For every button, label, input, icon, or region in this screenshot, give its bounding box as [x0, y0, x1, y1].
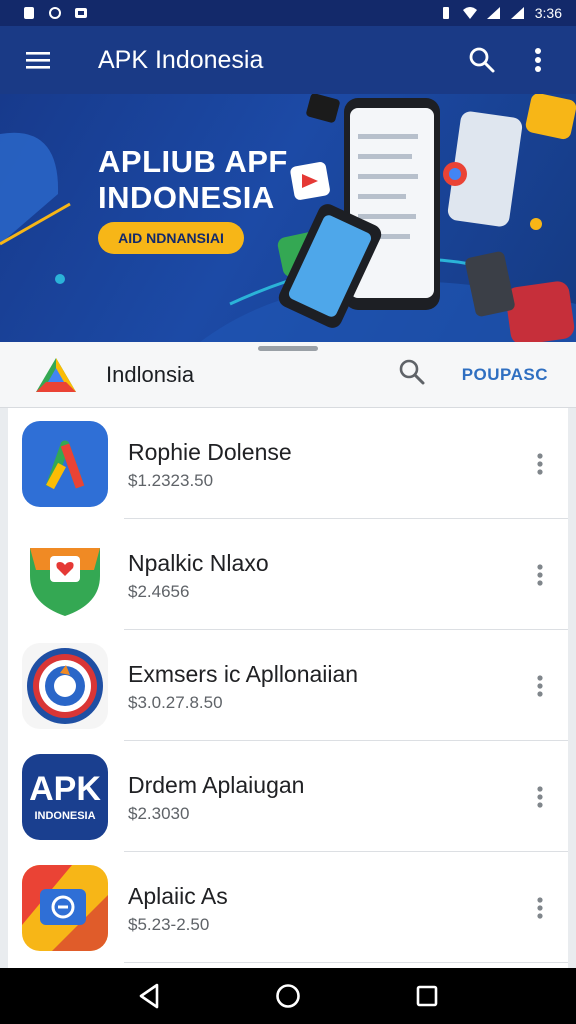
wifi-icon	[462, 7, 477, 19]
app-name: Drdem Aplaiugan	[128, 771, 305, 798]
banner-headline-line2: INDONESIA	[98, 180, 275, 215]
list-item[interactable]: Exmsers ic Apllonaiian $3.0.27.8.50	[8, 630, 568, 741]
back-button[interactable]	[127, 974, 171, 1018]
popular-tab-button[interactable]: POUPASC	[462, 365, 548, 385]
item-more-button[interactable]	[520, 888, 560, 928]
search-button[interactable]	[462, 40, 502, 80]
drag-handle[interactable]	[258, 346, 318, 351]
search-icon	[399, 359, 425, 385]
play-store-logo-icon	[36, 357, 76, 392]
target-ring-icon	[22, 642, 108, 729]
list-item[interactable]: Rophie Dolense $1.2323.50	[8, 408, 568, 519]
list-item[interactable]: Npalkic Nlaxo $2.4656	[8, 519, 568, 630]
system-nav-bar	[0, 968, 576, 1024]
overflow-menu-button[interactable]	[518, 40, 558, 80]
search-icon	[469, 47, 495, 73]
app-name: Npalkic Nlaxo	[128, 549, 269, 576]
sim-icon	[24, 7, 34, 19]
more-vert-icon	[535, 48, 541, 72]
app-price: $1.2323.50	[128, 470, 214, 490]
hamburger-icon	[26, 52, 50, 69]
apk-icon-subtext: INDONESIA	[34, 809, 96, 822]
app-price: $2.4656	[128, 581, 190, 601]
home-circle-icon	[276, 984, 300, 1008]
home-button[interactable]	[266, 974, 310, 1018]
heart-shield-icon	[22, 531, 108, 618]
divider	[124, 962, 568, 963]
app-name: Rophie Dolense	[128, 438, 292, 465]
back-triangle-icon	[140, 983, 159, 1009]
menu-button[interactable]	[18, 40, 58, 80]
item-more-button[interactable]	[520, 777, 560, 817]
image-icon	[75, 8, 87, 18]
app-bar: APK Indonesia	[0, 26, 576, 94]
app-title: APK Indonesia	[98, 45, 264, 74]
app-name: Aplaiic As	[128, 882, 228, 909]
banner-cta-button[interactable]: AID NDNANSIAI	[98, 222, 244, 254]
signal-icon	[486, 7, 500, 19]
signal-2-icon	[510, 7, 524, 19]
banner-headline-line1: APLIUB APF	[98, 144, 288, 179]
more-vert-icon	[537, 563, 543, 586]
promo-banner[interactable]: APLIUB APF INDONESIA AID NDNANSIAI	[0, 94, 576, 342]
category-label: Indlonsia	[106, 361, 195, 387]
app-price: $5.23-2.50	[128, 914, 210, 934]
more-vert-icon	[537, 452, 543, 475]
status-time: 3:36	[534, 5, 562, 21]
list-item[interactable]: Aplaiic As $5.23-2.50	[8, 852, 568, 963]
app-price: $3.0.27.8.50	[128, 692, 223, 712]
item-more-button[interactable]	[520, 666, 560, 706]
category-strip: Indlonsia POUPASC	[0, 342, 576, 408]
apk-icon-text: APK	[29, 769, 101, 808]
strip-search-button[interactable]	[398, 358, 426, 391]
more-vert-icon	[537, 674, 543, 697]
status-bar: 3:36	[0, 0, 576, 26]
item-more-button[interactable]	[520, 555, 560, 595]
recents-button[interactable]	[405, 974, 449, 1018]
item-more-button[interactable]	[520, 444, 560, 484]
more-vert-icon	[537, 896, 543, 919]
recents-square-icon	[416, 985, 437, 1007]
app-list: Rophie Dolense $1.2323.50 Npalkic Nlaxo …	[8, 408, 568, 968]
apk-indonesia-icon: APK INDONESIA	[22, 753, 108, 840]
vibrate-icon	[442, 7, 449, 19]
app-name: Exmsers ic Apllonaiian	[128, 660, 359, 687]
list-item[interactable]: APK INDONESIA Drdem Aplaiugan $2.3030	[8, 741, 568, 852]
drive-style-icon	[22, 420, 108, 507]
screen-cast-icon	[22, 864, 108, 951]
more-vert-icon	[537, 785, 543, 808]
sync-icon	[49, 7, 61, 19]
banner-headline: APLIUB APF INDONESIA	[98, 144, 288, 216]
app-price: $2.3030	[128, 803, 190, 823]
banner-artwork	[0, 94, 576, 342]
